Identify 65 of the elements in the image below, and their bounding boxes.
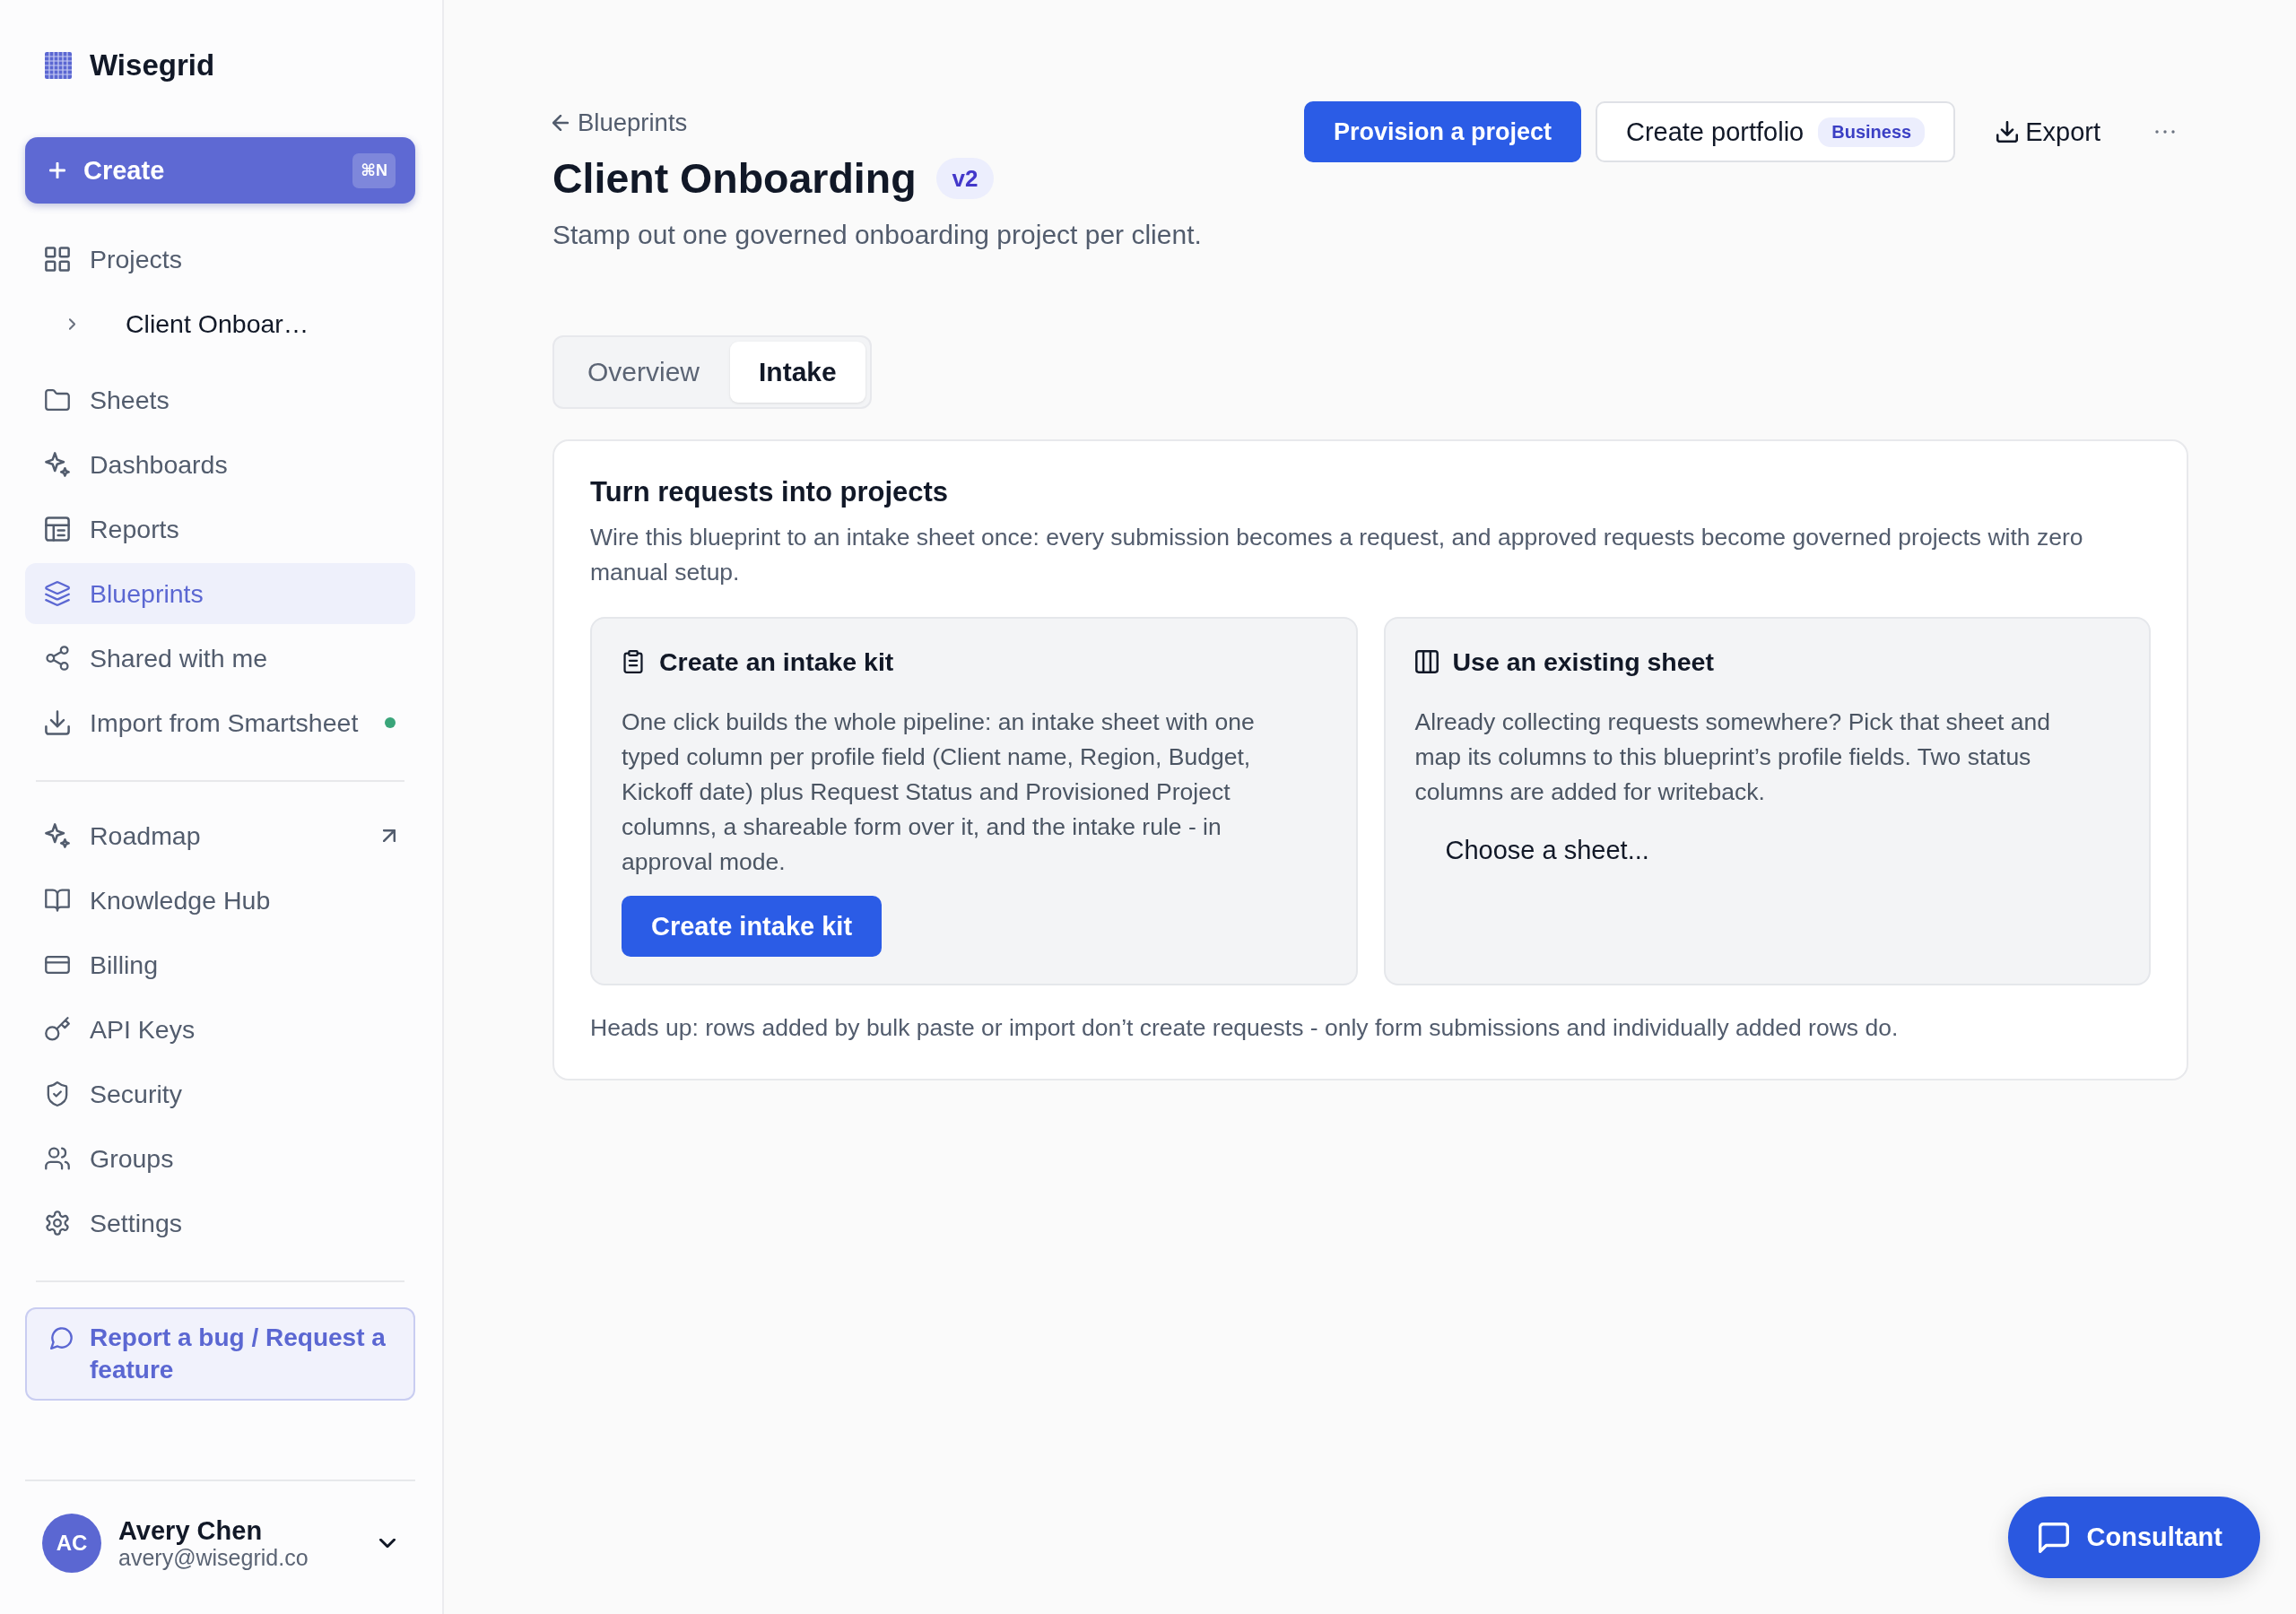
- nav-item[interactable]: Settings: [25, 1193, 415, 1254]
- nav-item[interactable]: Knowledge Hub: [25, 870, 415, 931]
- settings-icon: [45, 1210, 70, 1236]
- page-subtitle: Stamp out one governed onboarding project per client.: [552, 219, 1202, 251]
- nav-item[interactable]: Projects: [25, 229, 415, 290]
- nav-item[interactable]: Reports: [25, 499, 415, 560]
- users-icon: [45, 1146, 70, 1171]
- nav-item[interactable]: Shared with me: [25, 628, 415, 689]
- card-note: Heads up: rows added by bulk paste or import don’t create requests - only form submissions and individually added rows do.: [590, 1013, 1900, 1043]
- grid-logo-icon: [45, 52, 72, 79]
- arrow-left-icon: [552, 115, 569, 131]
- nav-item[interactable]: Security: [25, 1063, 415, 1124]
- nav-item[interactable]: API Keys: [25, 999, 415, 1060]
- nav-item[interactable]: Billing: [25, 934, 415, 995]
- layers-icon: [45, 581, 70, 606]
- create-kit-button[interactable]: Create intake kit: [622, 896, 883, 957]
- book-icon: [45, 888, 70, 913]
- version-badge: v2: [935, 158, 995, 199]
- user-name: Avery Chen: [118, 1516, 264, 1545]
- sheet-picker[interactable]: Choose a sheet...: [1414, 822, 1680, 878]
- avatar[interactable]: AC: [42, 1514, 101, 1573]
- card-title: Turn requests into projects: [590, 475, 950, 509]
- nav-item[interactable]: Groups: [25, 1128, 415, 1189]
- folder-icon: [45, 387, 70, 412]
- create-button[interactable]: Create ⌘N: [25, 137, 415, 204]
- grid-icon: [45, 247, 70, 272]
- key-icon: [45, 1017, 70, 1042]
- columns-icon: [1414, 650, 1439, 673]
- page-title: Client Onboarding: [552, 154, 917, 203]
- chat-bubble-icon: [50, 1326, 74, 1349]
- feedback-button[interactable]: Report a bug / Request a feature: [25, 1307, 415, 1401]
- option-title: Create an intake kit: [659, 646, 894, 678]
- consultant-button[interactable]: Consultant: [2007, 1497, 2260, 1578]
- clipboard-icon: [622, 650, 645, 673]
- card-description: Wire this blueprint to an intake sheet once: every submission becomes a request, and approved requests become governed projects with zero manual setup.: [590, 523, 2084, 587]
- table-icon: [45, 516, 70, 542]
- back-link[interactable]: Blueprints: [552, 109, 688, 136]
- share-icon: [45, 646, 70, 671]
- nav-item[interactable]: Sheets: [25, 369, 415, 430]
- download-icon: [1996, 121, 2019, 143]
- nav-item[interactable]: Import from Smartsheet: [25, 692, 415, 753]
- nav-item[interactable]: Roadmap: [25, 805, 415, 866]
- option-description: One click builds the whole pipeline: an intake sheet with one typed column per profile field (Client name, Region, Budget, Kickoff date) plus Request Status and Provisioned Project columns, a shareable form over it, and the intake rule - in approval mode.: [622, 707, 1256, 877]
- option-description: Already collecting requests somewhere? Pick that sheet and map its columns to this blueprint’s profile fields. Two status columns are added for writeback.: [1414, 707, 2052, 807]
- user-email: avery@wisegrid.co: [118, 1545, 309, 1570]
- nav-subitem[interactable]: Client Onboar…: [25, 293, 415, 354]
- create-portfolio-button[interactable]: Create portfolio Business: [1595, 101, 1956, 162]
- keyboard-shortcut: ⌘N: [352, 152, 396, 188]
- nav-item[interactable]: Dashboards: [25, 434, 415, 495]
- sparkles-icon: [45, 452, 70, 477]
- plan-badge: Business: [1818, 117, 1926, 147]
- sparkles-icon: [45, 823, 70, 848]
- provision-button[interactable]: Provision a project: [1303, 101, 1581, 162]
- tab[interactable]: Overview: [559, 342, 729, 403]
- chat-bubble-icon: [2038, 1522, 2069, 1553]
- option-title: Use an existing sheet: [1452, 646, 1714, 678]
- tab[interactable]: Intake: [730, 342, 865, 403]
- export-button[interactable]: Export: [1970, 101, 2127, 162]
- brand-name: Wisegrid: [90, 48, 215, 82]
- nav-item[interactable]: Blueprints: [25, 563, 415, 624]
- chevron-down-icon[interactable]: [379, 1539, 396, 1548]
- ellipsis-icon: [2155, 130, 2175, 134]
- shield-check-icon: [45, 1081, 70, 1106]
- plus-icon: [49, 162, 65, 178]
- download-icon: [45, 710, 70, 735]
